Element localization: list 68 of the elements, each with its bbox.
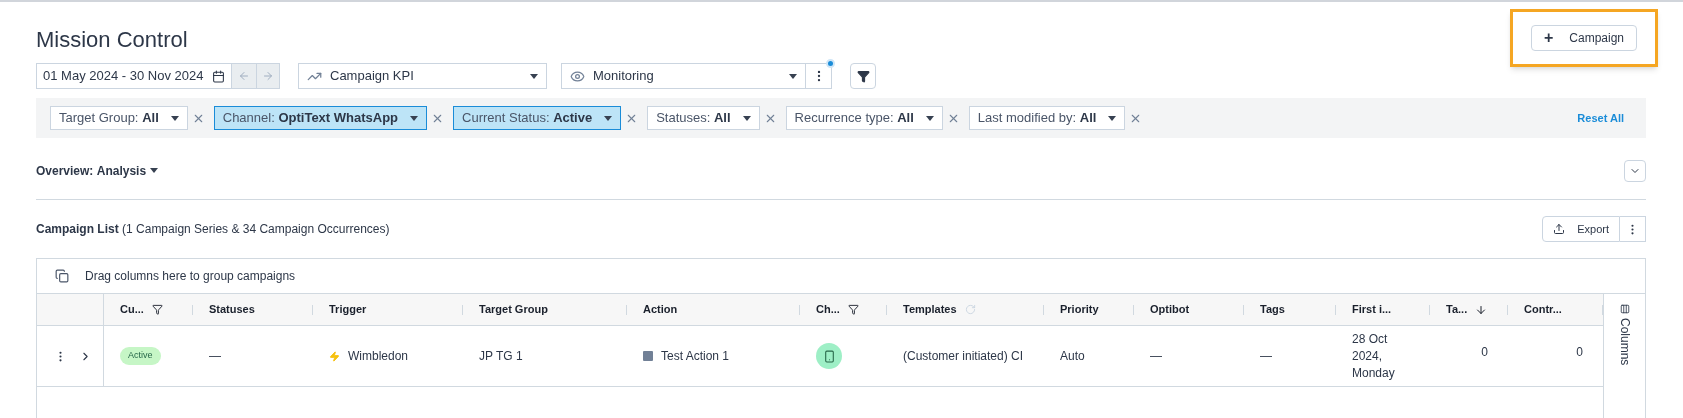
caret-icon	[604, 115, 613, 121]
table-cell-text: (Customer initiated) CI	[903, 348, 1024, 365]
caret-icon	[742, 115, 751, 121]
caret-icon	[410, 115, 419, 121]
phone-icon	[816, 343, 842, 369]
column-header[interactable]: Trigger	[313, 294, 463, 325]
arrow-left-icon	[238, 70, 250, 82]
page-title: Mission Control	[36, 26, 188, 54]
filter-chip[interactable]: Statuses: All	[647, 106, 760, 130]
column-header[interactable]: First i...	[1336, 294, 1430, 325]
sort-icon[interactable]	[1475, 303, 1488, 316]
column-header[interactable]: Priority	[1044, 294, 1134, 325]
filter-chip[interactable]: Current Status: Active	[453, 106, 622, 130]
caret-icon	[530, 73, 538, 79]
table-cell-text: —	[1150, 348, 1162, 365]
filter-chip[interactable]: Recurrence type: All	[785, 106, 943, 130]
table-cell-text: Wimbledon	[348, 348, 409, 365]
columns-icon	[1619, 304, 1630, 314]
status-badge: Active	[120, 347, 161, 365]
filter-button[interactable]	[850, 63, 876, 89]
view-select[interactable]: Monitoring	[561, 63, 806, 89]
table-cell-text: Auto	[1060, 348, 1085, 365]
table-cell-text: —	[1260, 348, 1272, 365]
overview-dropdown[interactable]: Overview: Analysis	[36, 157, 159, 180]
column-header[interactable]: Action	[627, 294, 800, 325]
lightning-icon	[329, 350, 340, 362]
new-campaign-button[interactable]: + Campaign	[1530, 25, 1637, 51]
columns-panel-tab[interactable]: Columns	[1603, 294, 1645, 418]
column-header[interactable]: Optibot	[1134, 294, 1244, 325]
column-header[interactable]: Ch...	[800, 294, 887, 325]
campaign-list-title: Campaign List (1 Campaign Series & 34 Campaign Occurrences)	[36, 221, 390, 238]
table-cell-text: —	[209, 348, 221, 365]
filter-chip[interactable]: Channel: OptiText WhatsApp	[213, 106, 428, 130]
filter-chip[interactable]: Last modified by: All	[968, 106, 1126, 130]
table-cell-text: Test Action 1	[661, 348, 730, 365]
table-cell: 28 Oct 2024, Monday	[1352, 330, 1395, 382]
caret-icon	[170, 115, 179, 121]
filter-chip[interactable]: Target Group: All	[50, 106, 188, 130]
plus-icon: +	[1543, 30, 1554, 46]
caret-icon	[925, 115, 934, 121]
collapse-button[interactable]	[1624, 159, 1646, 182]
column-header[interactable]: Templates	[887, 294, 1044, 325]
column-header[interactable]: Target Group	[463, 294, 627, 325]
column-header[interactable]: Cu...	[104, 294, 193, 325]
caret-icon	[150, 168, 159, 173]
columns-label: Columns	[1616, 318, 1633, 366]
export-button[interactable]: Export	[1542, 216, 1620, 242]
column-header[interactable]: Tags	[1244, 294, 1336, 325]
table-cell-text: 0	[1481, 344, 1488, 361]
filter-icon	[856, 69, 870, 83]
column-header[interactable]: Ta...	[1430, 294, 1508, 325]
filter-icon[interactable]	[151, 304, 163, 315]
calendar-icon	[212, 69, 225, 83]
eye-icon	[570, 68, 585, 84]
group-icon	[55, 269, 69, 283]
export-icon	[1553, 223, 1566, 235]
caret-icon	[1108, 115, 1117, 121]
column-header[interactable]: Contr...	[1508, 294, 1603, 325]
arrow-right-icon	[262, 70, 274, 82]
table-cell-text: 0	[1576, 344, 1583, 361]
action-type-icon	[643, 351, 653, 361]
filter-icon[interactable]	[847, 304, 859, 315]
caret-icon	[789, 73, 797, 79]
date-range-field[interactable]: 01 May 2024 - 30 Nov 2024	[36, 63, 232, 89]
group-hint: Drag columns here to group campaigns	[85, 268, 296, 285]
table-cell-text: JP TG 1	[479, 348, 523, 365]
kpi-select[interactable]: Campaign KPI	[298, 63, 547, 89]
column-header[interactable]: Statuses	[193, 294, 313, 325]
